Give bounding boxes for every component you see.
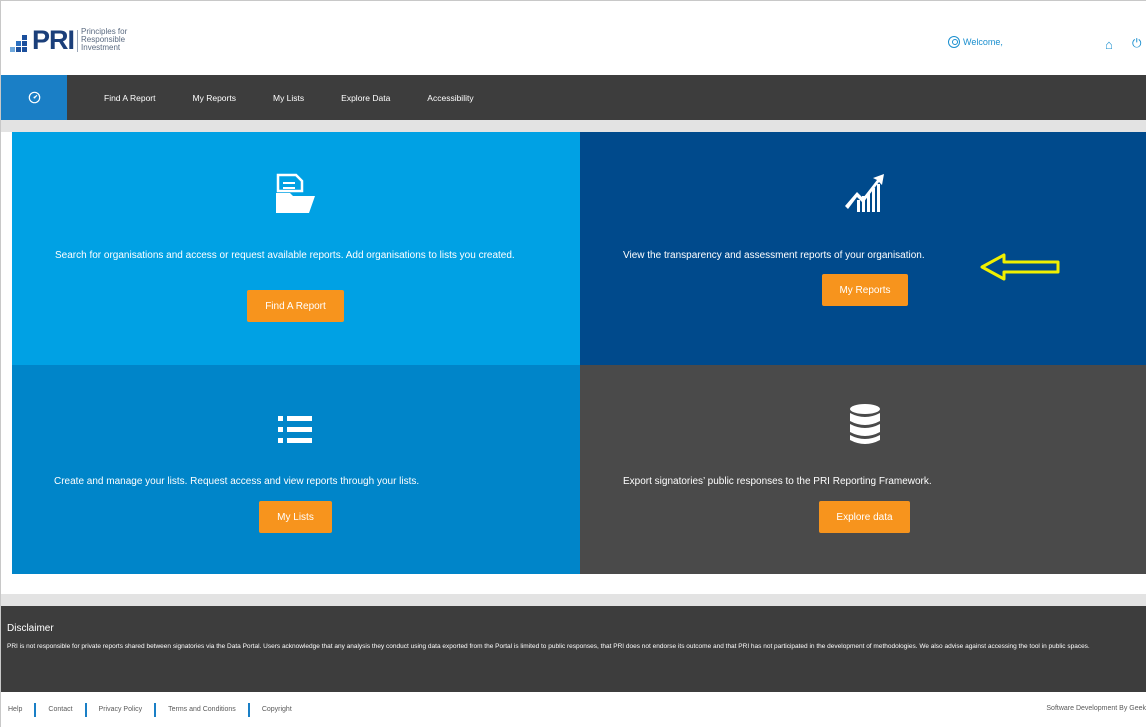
welcome-user[interactable]: Welcome, [948,36,1003,48]
tile-find-report-description: Search for organisations and access or r… [55,250,515,261]
list-icon [278,416,312,443]
footer-link-terms[interactable]: Terms and Conditions [168,706,236,713]
dashboard-icon [28,91,40,104]
tiles-bottom-spacer [12,574,1146,594]
footer-link-help[interactable]: Help [8,706,22,713]
disclaimer-text: PRI is not responsible for private repor… [7,643,1090,650]
tile-my-reports: View the transparency and assessment rep… [580,132,1146,365]
footer-separator [34,702,37,717]
logo-mark-icon [10,30,30,52]
header: PRI Principles for Responsible Investmen… [1,1,1146,75]
nav-find-a-report[interactable]: Find A Report [104,93,156,103]
tile-find-report: Search for organisations and access or r… [12,132,580,365]
explore-data-button[interactable]: Explore data [819,501,910,533]
database-icon [850,404,880,444]
logout-icon[interactable]: ⏻ [1132,36,1142,51]
footer-link-contact[interactable]: Contact [48,706,72,713]
bottom-gray-band [1,594,1146,606]
main-nav: Find A Report My Reports My Lists Explor… [1,75,1146,120]
welcome-label: Welcome, [963,37,1003,47]
footer-separator [84,702,87,717]
annotation-arrow-icon [980,253,1060,281]
tile-explore-data: Export signatories’ public responses to … [580,365,1146,574]
footer: Help Contact Privacy Policy Terms and Co… [1,692,1146,727]
disclaimer-section: Disclaimer PRI is not responsible for pr… [1,606,1146,692]
footer-separator [154,702,157,717]
home-icon[interactable]: ⌂ [1105,37,1113,52]
my-lists-button[interactable]: My Lists [259,501,332,533]
nav-accessibility[interactable]: Accessibility [427,93,473,103]
pri-logo[interactable]: PRI Principles for Responsible Investmen… [10,25,127,55]
nav-dashboard-button[interactable] [1,75,67,120]
logo-subtitle: Principles for Responsible Investment [81,28,127,52]
tile-explore-data-description: Export signatories’ public responses to … [623,476,932,487]
tile-my-lists-description: Create and manage your lists. Request ac… [54,476,420,487]
footer-link-privacy-policy[interactable]: Privacy Policy [99,706,143,713]
footer-link-copyright[interactable]: Copyright [262,706,292,713]
nav-my-lists[interactable]: My Lists [273,93,304,103]
tile-my-lists: Create and manage your lists. Request ac… [12,365,580,574]
footer-separator [247,702,250,717]
top-gray-band [1,120,1146,132]
document-folder-icon [276,173,315,213]
nav-explore-data[interactable]: Explore Data [341,93,390,103]
disclaimer-title: Disclaimer [7,623,54,634]
chart-growth-icon [845,174,884,212]
logo-subtitle-line3: Investment [81,43,121,52]
user-icon [948,36,960,48]
nav-my-reports[interactable]: My Reports [193,93,236,103]
my-reports-button[interactable]: My Reports [822,274,908,306]
footer-credit[interactable]: Software Development By Geek [1046,705,1146,712]
find-a-report-button[interactable]: Find A Report [247,290,344,322]
logo-text: PRI [32,25,75,55]
logo-divider [77,30,79,52]
